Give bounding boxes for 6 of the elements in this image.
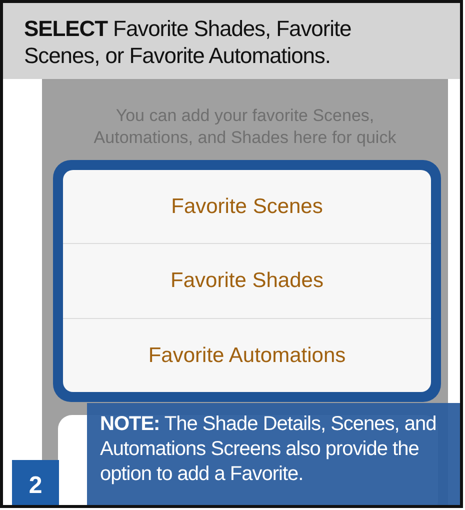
note-callout: NOTE: The Shade Details, Scenes, and Automations Screens also provide the option to add a Favorite.: [87, 403, 460, 505]
menu-option[interactable]: Favorite Shades: [63, 243, 431, 318]
step-number: 2: [12, 460, 59, 505]
instruction-text: SELECT Favorite Shades, Favorite Scenes, or Favorite Automations.: [24, 15, 352, 69]
menu-option[interactable]: Favorite Automations: [63, 318, 431, 392]
menu-option[interactable]: Favorite Scenes: [63, 170, 431, 244]
